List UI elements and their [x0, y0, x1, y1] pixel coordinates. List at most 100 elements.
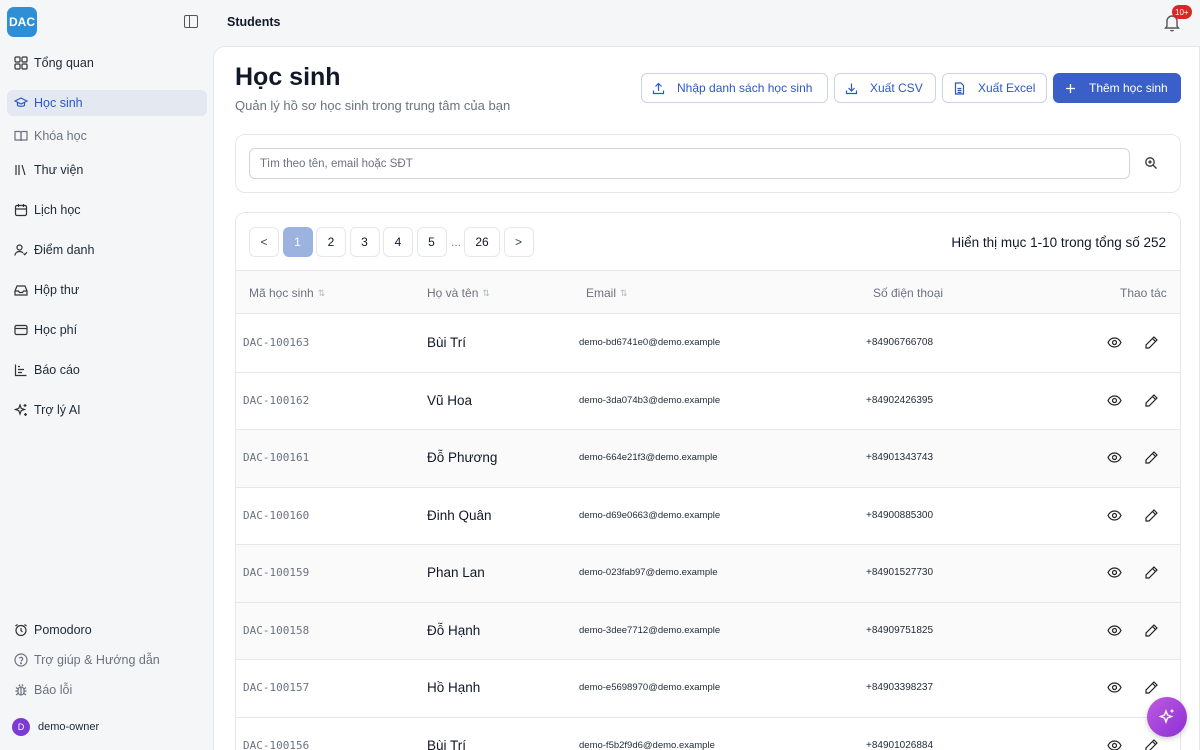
pagination-ellipsis: ...	[450, 235, 461, 249]
sidebar-item-label: Báo lỗi	[34, 683, 73, 697]
edit-icon[interactable]	[1144, 623, 1159, 638]
table-row[interactable]: DAC-100158 Đỗ Hạnh demo-3dee7712@demo.exam…	[236, 602, 1180, 660]
pagination-range-text: Hiển thị mục 1-10 trong tổng số 252	[951, 235, 1166, 250]
student-id: DAC-100158	[243, 623, 310, 637]
sort-icon: ⇅	[620, 287, 628, 298]
sidebar-item-label: Thư viện	[34, 163, 84, 177]
sidebar-item-hoc-sinh[interactable]: Học sinh	[7, 90, 207, 116]
sidebar-item-label: Học phí	[34, 323, 78, 337]
sidebar-item-bao-cao[interactable]: Báo cáo	[7, 357, 207, 383]
search-icon[interactable]	[1144, 156, 1158, 170]
edit-icon[interactable]	[1144, 508, 1159, 523]
edit-icon[interactable]	[1144, 450, 1159, 465]
view-icon[interactable]	[1107, 623, 1122, 638]
sidebar-item-thu-vien[interactable]: Thư viện	[7, 157, 207, 183]
sidebar-item-help[interactable]: Trợ giúp & Hướng dẫn	[7, 647, 207, 673]
sidebar-item-bao-loi[interactable]: Báo lỗi	[7, 677, 207, 703]
edit-icon[interactable]	[1144, 335, 1159, 350]
student-name: Đỗ Hạnh	[427, 622, 481, 638]
export-csv-button[interactable]: Xuất CSV	[834, 73, 936, 103]
alarm-clock-icon	[14, 623, 28, 637]
column-header-name[interactable]: Họ và tên ⇅	[427, 286, 490, 300]
student-id: DAC-100157	[243, 681, 310, 694]
add-student-button[interactable]: Thêm học sinh	[1053, 73, 1181, 103]
sidebar-item-pomodoro[interactable]: Pomodoro	[7, 617, 207, 643]
sidebar-item-tong-quan[interactable]: Tổng quan	[7, 50, 207, 76]
table-row[interactable]: DAC-100160 Đinh Quân demo-d69e0663@demo.ex…	[236, 487, 1180, 545]
page-button-2[interactable]: 2	[316, 227, 346, 257]
page-button-5[interactable]: 5	[416, 227, 447, 257]
export-excel-button[interactable]: Xuất Excel	[942, 73, 1047, 103]
edit-icon[interactable]	[1144, 738, 1159, 750]
bug-icon	[14, 683, 28, 697]
student-phone: +84909751825	[866, 624, 934, 636]
app-logo[interactable]: DAC	[7, 7, 37, 37]
table-row[interactable]: DAC-100156 Bùi Trí demo-f5b2f9d6@demo.exam…	[236, 717, 1180, 750]
page-button-4[interactable]: 4	[383, 227, 413, 257]
sort-icon: ⇅	[317, 287, 326, 298]
view-icon[interactable]	[1107, 508, 1122, 523]
view-icon[interactable]	[1107, 565, 1122, 580]
grid-icon	[14, 56, 28, 70]
sidebar-item-khoa-hoc[interactable]: Khóa học	[7, 123, 207, 149]
sidebar-toggle-icon[interactable]	[184, 15, 198, 28]
table-row[interactable]: DAC-100163 Bùi Trí demo-bd6741e0@demo.exam…	[236, 315, 1180, 373]
sidebar-item-tro-ly-ai[interactable]: Trợ lý AI	[7, 397, 207, 423]
bar-chart-icon	[14, 363, 28, 377]
edit-icon[interactable]	[1144, 680, 1159, 695]
search-card	[235, 134, 1181, 193]
column-header-actions: Thao tác	[1120, 286, 1167, 300]
student-id: DAC-100160	[243, 508, 310, 522]
page-button-last[interactable]: 26	[464, 227, 500, 257]
prev-page-button[interactable]: <	[249, 227, 279, 257]
student-name: Đinh Quân	[427, 507, 492, 523]
avatar: D	[12, 718, 30, 736]
sparkles-icon	[14, 403, 28, 417]
sort-icon: ⇅	[482, 287, 490, 298]
sidebar-item-label: Học sinh	[34, 96, 83, 110]
next-page-button[interactable]: >	[503, 227, 534, 257]
table-row[interactable]: DAC-100161 Đỗ Phương demo-664e21f3@demo.ex…	[236, 430, 1180, 488]
page-button-3[interactable]: 3	[349, 227, 380, 257]
import-students-button[interactable]: Nhập danh sách học sinh	[641, 73, 828, 103]
sparkles-icon	[1158, 709, 1174, 724]
student-phone: +84900885300	[866, 509, 934, 521]
sidebar-item-diem-danh[interactable]: Điểm danh	[7, 237, 207, 263]
table-row[interactable]: DAC-100162 Vũ Hoa demo-3da074b3@demo.examp…	[236, 372, 1180, 430]
view-icon[interactable]	[1107, 680, 1122, 695]
search-input[interactable]	[249, 148, 1130, 179]
student-email: demo-f5b2f9d6@demo.example	[579, 739, 715, 750]
graduation-cap-icon	[14, 96, 28, 110]
edit-icon[interactable]	[1144, 565, 1159, 580]
sidebar-item-label: Báo cáo	[34, 363, 80, 377]
sidebar-item-lich-hoc[interactable]: Lịch học	[7, 197, 207, 223]
student-email: demo-3dee7712@demo.example	[579, 624, 721, 636]
sidebar-item-label: Khóa học	[34, 129, 87, 143]
column-header-phone: Số điện thoại	[873, 286, 944, 300]
sidebar-item-label: Lịch học	[34, 203, 81, 217]
student-id: DAC-100163	[243, 336, 310, 349]
student-id: DAC-100156	[243, 738, 310, 750]
inbox-icon	[14, 283, 28, 297]
page-subtitle: Quản lý hồ sơ học sinh trong trung tâm c…	[235, 98, 511, 113]
user-name: demo-owner	[38, 721, 100, 733]
students-table: < 1 2 3 4 5 ... 26 > Hiển thị mục 1-10 t…	[235, 212, 1181, 750]
column-header-id[interactable]: Mã học sinh ⇅	[249, 286, 325, 300]
column-header-email[interactable]: Email ⇅	[586, 286, 628, 300]
view-icon[interactable]	[1107, 393, 1122, 408]
student-phone: +84901527730	[866, 567, 934, 578]
table-row[interactable]: DAC-100159 Phan Lan demo-023fab97@demo.exa…	[236, 545, 1180, 603]
table-row[interactable]: DAC-100157 Hồ Hạnh demo-e5698970@demo.exam…	[236, 660, 1180, 718]
sidebar-item-label: Trợ giúp & Hướng dẫn	[34, 653, 160, 667]
ai-assistant-button[interactable]	[1147, 697, 1187, 737]
page-button-1[interactable]: 1	[282, 227, 313, 257]
student-phone: +84901026884	[866, 739, 934, 750]
user-menu[interactable]: D demo-owner	[12, 718, 99, 736]
view-icon[interactable]	[1107, 450, 1122, 465]
view-icon[interactable]	[1107, 335, 1122, 350]
edit-icon[interactable]	[1144, 393, 1159, 408]
view-icon[interactable]	[1107, 738, 1122, 750]
sidebar-item-hop-thu[interactable]: Hộp thư	[7, 277, 207, 303]
sidebar-item-hoc-phi[interactable]: Học phí	[7, 317, 207, 343]
button-label: Xuất Excel	[978, 81, 1036, 95]
